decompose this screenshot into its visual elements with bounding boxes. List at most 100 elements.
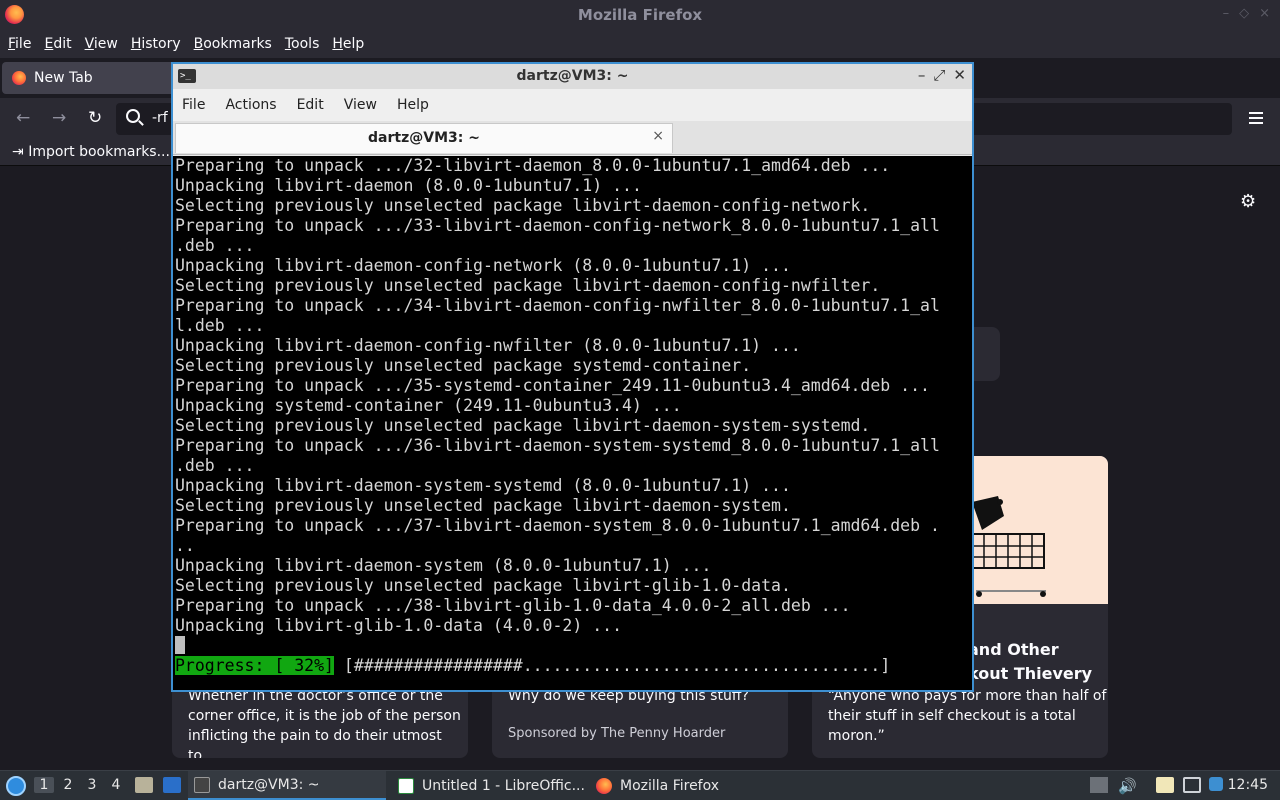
- updates-icon[interactable]: [1209, 777, 1223, 791]
- menu-tools[interactable]: Tools: [285, 36, 320, 52]
- terminal-line: Unpacking libvirt-glib-1.0-data (4.0.0-2…: [175, 616, 623, 635]
- clock: 12:45: [1227, 777, 1268, 793]
- workspace-2[interactable]: 2: [58, 777, 78, 793]
- terminal-menu-actions[interactable]: Actions: [225, 97, 276, 113]
- task-label: dartz@VM3: ~: [218, 776, 320, 793]
- terminal-line: Selecting previously unselected package …: [175, 496, 791, 515]
- task-firefox[interactable]: Mozilla Firefox: [590, 771, 750, 800]
- progress-label: Progress: [ 32%]: [175, 656, 334, 675]
- menu-history[interactable]: History: [131, 36, 181, 52]
- terminal-line: Selecting previously unselected package …: [175, 356, 752, 375]
- story-sponsor: Sponsored by The Penny Hoarder: [508, 726, 726, 741]
- minimize-icon[interactable]: –: [1223, 6, 1230, 21]
- story-headline-line2: kout Thievery: [968, 664, 1093, 683]
- firefox-titlebar: Mozilla Firefox – ◇ ×: [0, 0, 1280, 30]
- clipboard-icon[interactable]: [1156, 777, 1174, 793]
- terminal-line: Selecting previously unselected package …: [175, 276, 881, 295]
- start-menu-icon[interactable]: [6, 776, 26, 796]
- workspace-3[interactable]: 3: [82, 777, 102, 793]
- terminal-icon: [194, 776, 210, 793]
- tray-arrow-icon[interactable]: [1090, 777, 1108, 793]
- terminal-menu-file[interactable]: File: [182, 97, 205, 113]
- terminal-line: l.deb ...: [175, 316, 265, 335]
- terminal-line: Selecting previously unselected package …: [175, 196, 871, 215]
- menu-help[interactable]: Help: [332, 36, 364, 52]
- terminal-output[interactable]: Preparing to unpack .../32-libvirt-daemo…: [173, 156, 972, 690]
- terminal-line: ..: [175, 536, 195, 555]
- terminal-titlebar[interactable]: >_ dartz@VM3: ~ – ⤢ ✕: [173, 64, 972, 89]
- firefox-window-controls: – ◇ ×: [1223, 6, 1270, 21]
- workspace-1[interactable]: 1: [34, 777, 54, 793]
- task-label: Untitled 1 - LibreOffic...: [422, 777, 585, 794]
- task-label: Mozilla Firefox: [620, 777, 720, 794]
- terminal-line: Preparing to unpack .../37-libvirt-daemo…: [175, 516, 940, 535]
- search-icon: [126, 109, 140, 123]
- terminal-line: Preparing to unpack .../35-systemd-conta…: [175, 376, 930, 395]
- network-icon[interactable]: [1183, 777, 1201, 793]
- terminal-line: Unpacking libvirt-daemon-system-systemd …: [175, 476, 791, 495]
- menu-file[interactable]: File: [8, 36, 31, 52]
- terminal-line: .deb ...: [175, 236, 255, 255]
- terminal-line: Unpacking systemd-container (249.11-0ubu…: [175, 396, 682, 415]
- task-terminal[interactable]: dartz@VM3: ~: [188, 771, 386, 800]
- terminal-line: Preparing to unpack .../32-libvirt-daemo…: [175, 156, 891, 175]
- arrow-right-icon[interactable]: →: [52, 108, 66, 128]
- terminal-line: Selecting previously unselected package …: [175, 576, 791, 595]
- close-icon[interactable]: ×: [1259, 6, 1270, 21]
- libreoffice-writer-icon: [398, 777, 414, 794]
- terminal-line: Preparing to unpack .../36-libvirt-daemo…: [175, 436, 940, 455]
- taskbar: 1 2 3 4 dartz@VM3: ~ Untitled 1 - LibreO…: [0, 770, 1280, 800]
- story-headline-line1: and Other: [968, 640, 1059, 659]
- menu-view[interactable]: View: [85, 36, 118, 52]
- hamburger-menu-icon[interactable]: [1249, 112, 1263, 124]
- story-excerpt-line2: corner office, it is the job of the pers…: [188, 708, 461, 724]
- menu-bookmarks[interactable]: Bookmarks: [194, 36, 272, 52]
- minimize-icon[interactable]: –: [918, 66, 926, 84]
- terminal-window[interactable]: >_ dartz@VM3: ~ – ⤢ ✕ File Actions Edit …: [171, 62, 974, 692]
- terminal-line: Unpacking libvirt-daemon-config-nwfilter…: [175, 336, 801, 355]
- terminal-menu-help[interactable]: Help: [397, 97, 429, 113]
- terminal-line: Preparing to unpack .../38-libvirt-glib-…: [175, 596, 851, 615]
- terminal-line: Unpacking libvirt-daemon-config-network …: [175, 256, 791, 275]
- close-tab-icon[interactable]: ×: [652, 128, 664, 144]
- import-bookmarks-link[interactable]: ⇥ Import bookmarks...: [12, 144, 170, 160]
- firefox-menubar: File Edit View History Bookmarks Tools H…: [0, 30, 1280, 58]
- menu-edit[interactable]: Edit: [44, 36, 71, 52]
- story-excerpt-line2: their stuff in self checkout is a total: [828, 708, 1076, 724]
- terminal-line: Preparing to unpack .../33-libvirt-daemo…: [175, 216, 940, 235]
- terminal-tabbar: dartz@VM3: ~ ×: [173, 121, 972, 155]
- terminal-text: Preparing to unpack .../32-libvirt-daemo…: [175, 156, 940, 636]
- import-bookmarks-label: Import bookmarks...: [28, 144, 170, 160]
- firefox-window-title: Mozilla Firefox: [577, 6, 703, 24]
- progress-bar: [#################......................…: [333, 656, 891, 675]
- story-excerpt-line3: moron.”: [828, 728, 885, 744]
- task-libreoffice[interactable]: Untitled 1 - LibreOffic...: [392, 771, 588, 800]
- story-excerpt-line3: inflicting the pain to do their utmost t…: [188, 728, 442, 758]
- tab-new-tab[interactable]: New Tab: [2, 62, 182, 94]
- url-text: -rf: [152, 110, 168, 126]
- show-desktop-icon[interactable]: [163, 777, 181, 793]
- terminal-line: Unpacking libvirt-daemon (8.0.0-1ubuntu7…: [175, 176, 642, 195]
- gear-icon[interactable]: ⚙: [1240, 191, 1256, 212]
- terminal-window-title: dartz@VM3: ~: [516, 68, 629, 84]
- terminal-line: Preparing to unpack .../34-libvirt-daemo…: [175, 296, 940, 315]
- arrow-left-icon[interactable]: ←: [16, 108, 30, 128]
- terminal-cursor: [175, 636, 185, 654]
- firefox-favicon-icon: [12, 71, 26, 85]
- terminal-tab-title: dartz@VM3: ~: [368, 130, 480, 146]
- volume-icon[interactable]: 🔊: [1118, 777, 1137, 795]
- terminal-tab[interactable]: dartz@VM3: ~ ×: [175, 123, 673, 153]
- close-icon[interactable]: ✕: [953, 66, 966, 84]
- apt-progress: Progress: [ 32%] [#################.....…: [175, 656, 890, 676]
- terminal-line: Unpacking libvirt-daemon-system (8.0.0-1…: [175, 556, 712, 575]
- terminal-menu-edit[interactable]: Edit: [297, 97, 324, 113]
- file-manager-icon[interactable]: [135, 777, 153, 793]
- maximize-icon[interactable]: ⤢: [933, 66, 945, 84]
- reload-icon[interactable]: ↻: [88, 108, 102, 128]
- firefox-icon: [596, 777, 612, 794]
- terminal-window-controls: – ⤢ ✕: [918, 66, 966, 84]
- workspace-4[interactable]: 4: [106, 777, 126, 793]
- maximize-icon[interactable]: ◇: [1239, 6, 1249, 21]
- terminal-menu-view[interactable]: View: [344, 97, 377, 113]
- terminal-line: Selecting previously unselected package …: [175, 416, 871, 435]
